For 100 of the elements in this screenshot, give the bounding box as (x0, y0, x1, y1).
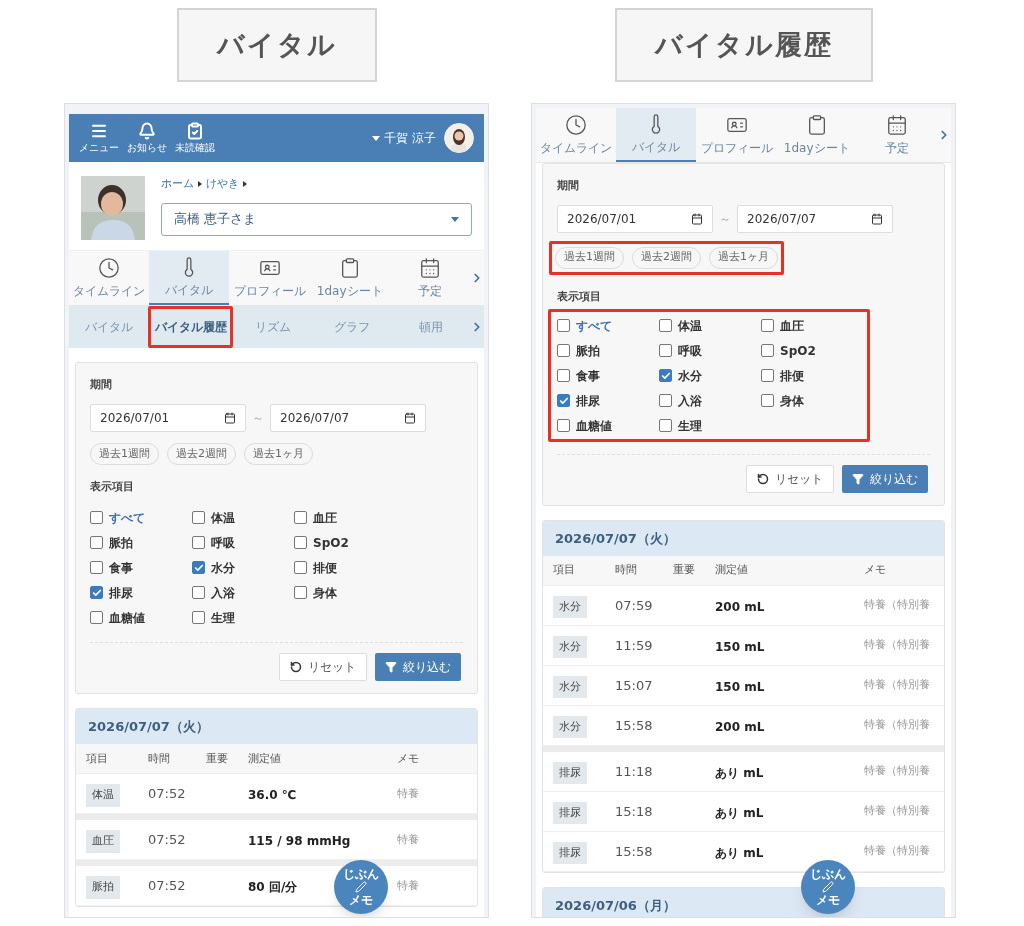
checkbox[interactable] (557, 394, 570, 407)
table-cell-text: 07:52 (148, 785, 187, 803)
reset-button[interactable]: リセット (746, 465, 834, 493)
header-button[interactable]: 未読確認 (175, 122, 215, 154)
checkbox-label: 排便 (780, 367, 804, 385)
checkbox[interactable] (192, 536, 205, 550)
nav-tab[interactable]: プロフィール (229, 251, 310, 305)
checkbox[interactable] (659, 419, 672, 432)
checkbox[interactable] (294, 586, 307, 600)
checkbox[interactable] (90, 536, 103, 550)
nav-tab[interactable]: タイムライン (69, 251, 150, 305)
sub-tab[interactable]: グラフ (312, 306, 391, 348)
preset-button[interactable]: 過去1週間 (555, 246, 624, 269)
item-tag: 排尿 (553, 761, 587, 785)
checkbox-label: すべて (109, 509, 145, 527)
checkbox-label: 血糖値 (109, 609, 145, 627)
checkbox-label: 生理 (678, 417, 702, 435)
checkbox[interactable] (659, 369, 672, 382)
checkbox[interactable] (192, 611, 205, 625)
breadcrumb-link[interactable]: けやき (206, 176, 239, 193)
breadcrumb-link[interactable]: ホーム (161, 176, 194, 193)
checkbox[interactable] (90, 511, 103, 525)
checkbox-label: 食事 (576, 367, 600, 385)
sub-tab[interactable]: リズム (233, 306, 312, 348)
checkbox[interactable] (761, 369, 774, 382)
nav-tab[interactable]: タイムライン (536, 108, 617, 162)
table-cell: 36.0 ℃ (248, 787, 297, 802)
day-date: 2026/07/07（火） (555, 529, 676, 548)
checkbox[interactable] (294, 536, 307, 550)
table-cell-text: 特養（特別養 (864, 843, 931, 860)
sub-tab[interactable]: 頓用 (391, 306, 470, 348)
user-name[interactable]: 千賀 涼子 (384, 129, 436, 147)
pen-icon (822, 881, 834, 893)
day-date: 2026/07/06（月） (555, 896, 676, 915)
date-field[interactable]: 2026/07/01 (90, 403, 246, 432)
reset-button[interactable]: リセット (279, 653, 367, 682)
checkbox-label: 血圧 (780, 317, 804, 335)
checkbox[interactable] (192, 511, 205, 525)
checkbox[interactable] (557, 369, 570, 382)
calendar-icon (418, 256, 441, 279)
table-cell-text: 特養 (397, 877, 420, 894)
checkbox[interactable] (557, 419, 570, 432)
item-tag: 水分 (553, 635, 587, 659)
date-field[interactable]: 2026/07/01 (557, 204, 713, 233)
header-button[interactable]: お知らせ (127, 122, 167, 154)
table-cell-text: 特養（特別養 (864, 637, 931, 654)
calendar-icon (885, 113, 908, 136)
menu-icon (90, 122, 108, 140)
triangle-icon (198, 181, 202, 188)
column-header: 測定値 (248, 750, 282, 767)
sub-tab[interactable]: バイタル (69, 306, 148, 348)
date-field[interactable]: 2026/07/07 (737, 204, 893, 233)
nav-tab[interactable]: プロフィール (696, 108, 777, 162)
nav-tab[interactable]: 予定 (389, 251, 470, 305)
checkbox[interactable] (192, 586, 205, 600)
preset-button[interactable]: 過去1ヶ月 (709, 246, 778, 269)
column-header: 時間 (615, 562, 638, 579)
checkbox[interactable] (90, 586, 103, 600)
nav-tab[interactable]: バイタル (149, 251, 230, 305)
preset-button[interactable]: 過去1週間 (90, 442, 159, 465)
date-field[interactable]: 2026/07/07 (270, 403, 426, 432)
caption: バイタル履歴 (614, 8, 873, 82)
table-cell-text: 15:58 (615, 842, 654, 861)
checkbox[interactable] (659, 319, 672, 332)
table-cell: 115 / 98 mmHg (248, 833, 351, 848)
table-cell-text: 特養（特別養 (864, 597, 931, 614)
checkbox[interactable] (761, 344, 774, 357)
filter-button[interactable]: 絞り込む (842, 465, 928, 493)
preset-button[interactable]: 過去2週間 (167, 442, 236, 465)
checkbox[interactable] (761, 394, 774, 407)
checkbox-label: SpO2 (780, 342, 816, 360)
calendar-icon (224, 411, 236, 424)
checkbox[interactable] (557, 319, 570, 332)
header-button[interactable]: メニュー (79, 122, 119, 154)
checkbox[interactable] (192, 561, 205, 575)
checkbox[interactable] (659, 344, 672, 357)
preset-button[interactable]: 過去2週間 (632, 246, 701, 269)
resident-select[interactable]: 高橋 恵子さま (161, 202, 472, 236)
checkbox[interactable] (90, 611, 103, 625)
items-label: 表示項目 (557, 288, 602, 305)
checkbox-label: 生理 (211, 609, 235, 627)
checkbox[interactable] (294, 561, 307, 575)
filter-button[interactable]: 絞り込む (375, 653, 461, 682)
checkbox[interactable] (557, 344, 570, 357)
checkbox[interactable] (761, 319, 774, 332)
nav-tab[interactable]: 1dayシート (776, 108, 857, 162)
range-separator: ～ (252, 409, 264, 427)
table-cell-text: 特養 (397, 785, 420, 802)
checkbox[interactable] (90, 561, 103, 575)
checkbox[interactable] (294, 511, 307, 525)
nav-tab[interactable]: 1dayシート (309, 251, 390, 305)
nav-tab[interactable]: バイタル (616, 108, 697, 162)
checkbox-label: 脈拍 (576, 342, 600, 360)
caption: バイタル (176, 8, 377, 82)
nav-tab[interactable]: 予定 (856, 108, 937, 162)
checkbox-label: 入浴 (678, 392, 702, 410)
column-header: メモ (397, 750, 420, 767)
checkbox[interactable] (659, 394, 672, 407)
sub-tab[interactable]: バイタル履歴 (148, 306, 233, 348)
preset-button[interactable]: 過去1ヶ月 (244, 442, 313, 465)
